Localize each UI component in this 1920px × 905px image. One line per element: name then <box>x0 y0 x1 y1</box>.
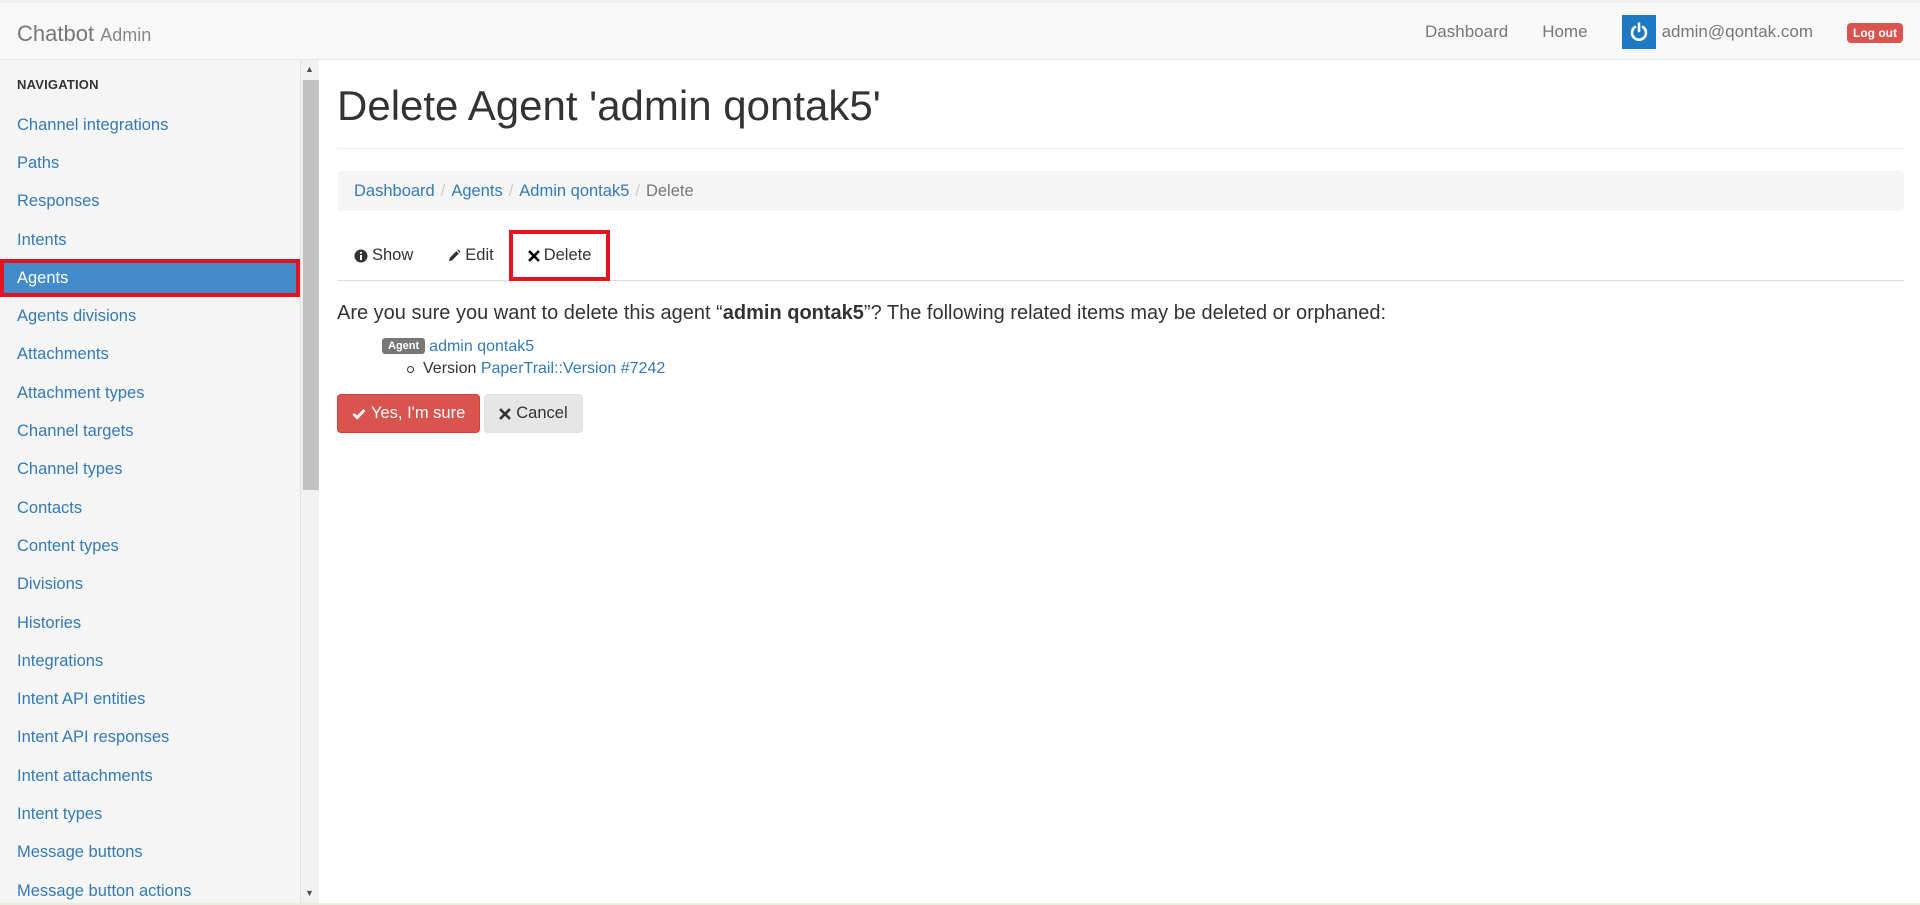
sidebar-item-attachment-types[interactable]: Attachment types <box>0 374 300 412</box>
logout-button[interactable]: Log out <box>1847 22 1903 43</box>
version-label: Version <box>423 360 477 377</box>
cancel-button[interactable]: Cancel <box>484 394 583 433</box>
sidebar-item-content-types[interactable]: Content types <box>0 527 300 565</box>
sidebar-item-attachments[interactable]: Attachments <box>0 336 300 374</box>
related-item-version: Version PaperTrail::Version #7242 <box>407 360 665 378</box>
brand-link[interactable]: Chatbot Admin <box>17 21 151 47</box>
sidebar-item-responses[interactable]: Responses <box>0 183 300 221</box>
sidebar-item-intent-api-responses[interactable]: Intent API responses <box>0 719 300 757</box>
agent-name: admin qontak5 <box>722 302 864 324</box>
top-navbar: Chatbot Admin Dashboard Home admin@qonta… <box>0 0 1920 60</box>
tab-show[interactable]: Show <box>337 232 430 279</box>
tab-show-label: Show <box>372 246 414 264</box>
confirm-delete-button[interactable]: Yes, I'm sure <box>337 394 481 433</box>
sidebar-item-paths[interactable]: Paths <box>0 144 300 182</box>
nav-home-link[interactable]: Home <box>1542 22 1587 42</box>
tab-delete[interactable]: Delete <box>508 230 611 281</box>
nav-header: Navigation <box>17 77 99 92</box>
action-tabs: Show Edit Delete <box>337 230 1904 281</box>
tab-edit[interactable]: Edit <box>430 232 510 279</box>
brand-subtitle: Admin <box>100 25 152 45</box>
confirm-suffix: ”? The following related items may be de… <box>863 302 1387 324</box>
sidebar-item-agents-divisions[interactable]: Agents divisions <box>0 297 300 335</box>
sidebar-item-message-button-actions[interactable]: Message button actions <box>0 872 300 905</box>
power-icon <box>1621 14 1656 49</box>
list-bullet <box>407 365 414 373</box>
sidebar-item-channel-types[interactable]: Channel types <box>0 451 300 489</box>
user-email: admin@qontak.com <box>1661 21 1814 41</box>
breadcrumb-dashboard[interactable]: Dashboard <box>354 182 435 201</box>
page-title: Delete Agent 'admin qontak5' <box>337 82 881 129</box>
tab-edit-label: Edit <box>465 246 494 264</box>
confirm-delete-label: Yes, I'm sure <box>371 404 466 422</box>
related-agent-link[interactable]: admin qontak5 <box>429 338 534 355</box>
breadcrumb-separator: / <box>635 181 640 200</box>
version-link[interactable]: PaperTrail::Version #7242 <box>481 360 665 378</box>
close-icon <box>527 249 540 262</box>
sidebar-item-divisions[interactable]: Divisions <box>0 566 300 604</box>
cancel-label: Cancel <box>516 404 568 422</box>
sidebar-nav-list: Channel integrations Paths Responses Intent… <box>0 106 300 905</box>
sidebar-item-channel-targets[interactable]: Channel targets <box>0 412 300 450</box>
breadcrumb-separator: / <box>508 181 514 200</box>
tab-delete-label: Delete <box>543 246 592 264</box>
scrollbar-thumb[interactable] <box>303 80 319 490</box>
close-icon <box>499 407 512 420</box>
sidebar-item-histories[interactable]: Histories <box>0 604 300 642</box>
scroll-down-icon[interactable]: ▼ <box>305 888 314 898</box>
sidebar-item-intent-types[interactable]: Intent types <box>0 795 300 833</box>
pencil-icon <box>449 248 461 261</box>
breadcrumb-separator: / <box>440 181 446 200</box>
user-menu[interactable]: admin@qontak.com <box>1621 14 1814 49</box>
confirm-actions: Yes, I'm sure Cancel <box>337 394 587 433</box>
confirm-prefix: Are you sure you want to delete this age… <box>337 302 723 324</box>
breadcrumb: Dashboard / Agents / Admin qontak5 / Del… <box>337 171 1904 211</box>
title-divider <box>337 148 1904 149</box>
nav-dashboard-link[interactable]: Dashboard <box>1425 22 1508 42</box>
check-icon <box>352 408 366 420</box>
agent-badge: Agent <box>382 338 426 354</box>
related-item-agent: Agent admin qontak5 <box>382 338 534 356</box>
brand-name: Chatbot <box>17 21 95 46</box>
sidebar-item-integrations[interactable]: Integrations <box>0 642 300 680</box>
breadcrumb-agent-record[interactable]: Admin qontak5 <box>519 182 629 201</box>
navbar-right: Dashboard Home admin@qontak.com Log out <box>1425 3 1920 60</box>
main-content: Delete Agent 'admin qontak5' Dashboard /… <box>320 60 1920 905</box>
info-circle-icon <box>354 249 368 262</box>
sidebar-item-intent-api-entities[interactable]: Intent API entities <box>0 680 300 718</box>
sidebar-item-channel-integrations[interactable]: Channel integrations <box>0 106 300 144</box>
sidebar-item-message-buttons[interactable]: Message buttons <box>0 834 300 872</box>
breadcrumb-current: Delete <box>645 181 694 200</box>
sidebar-item-agents[interactable]: Agents <box>0 259 300 298</box>
sidebar: Navigation Channel integrations Paths Resp… <box>0 60 301 905</box>
delete-confirmation-text: Are you sure you want to delete this age… <box>337 302 1386 325</box>
breadcrumb-agents[interactable]: Agents <box>451 182 502 201</box>
sidebar-item-contacts[interactable]: Contacts <box>0 489 300 527</box>
sidebar-item-intent-attachments[interactable]: Intent attachments <box>0 757 300 795</box>
scroll-up-icon[interactable]: ▲ <box>305 64 314 74</box>
sidebar-item-intents[interactable]: Intents <box>0 221 300 259</box>
sidebar-scrollbar[interactable]: ▲ ▼ <box>300 60 319 905</box>
